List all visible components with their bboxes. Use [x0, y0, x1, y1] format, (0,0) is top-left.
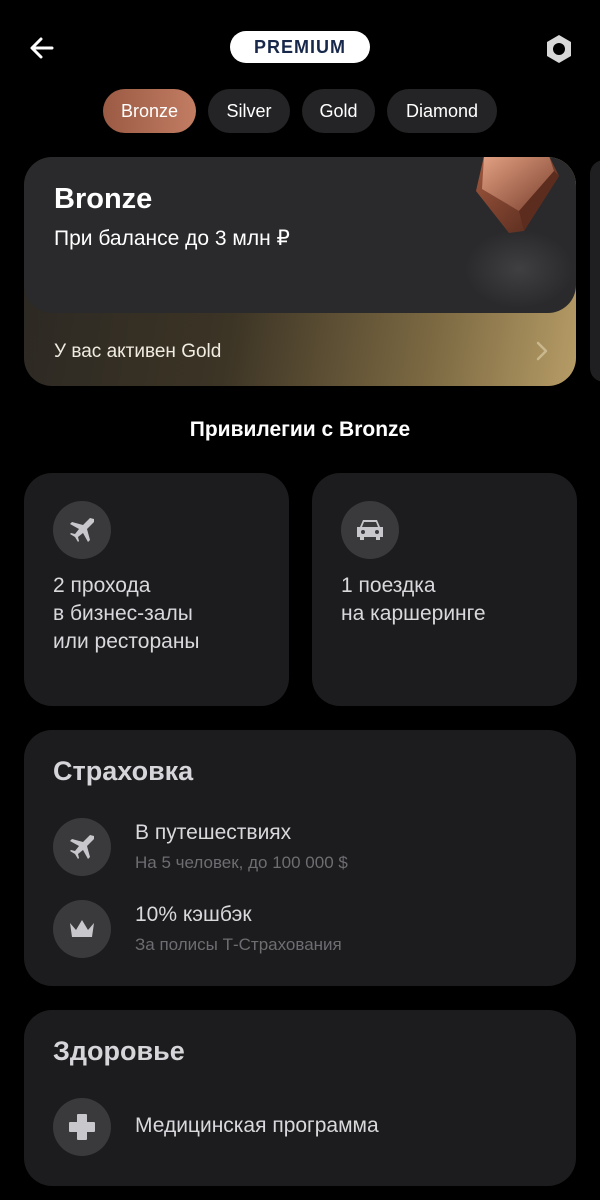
tab-gold[interactable]: Gold [302, 89, 375, 133]
insurance-cashback-subtitle: За полисы Т-Страхования [135, 935, 342, 954]
tab-bronze[interactable]: Bronze [103, 89, 196, 133]
health-title: Здоровье [53, 1036, 185, 1066]
privilege-line: в бизнес-залы [53, 602, 193, 625]
bronze-cube-icon [476, 157, 559, 233]
chevron-right-icon [536, 341, 548, 361]
medical-cross-icon [53, 1098, 111, 1156]
tab-silver[interactable]: Silver [208, 89, 290, 133]
insurance-travel-title: В путешествиях [135, 821, 292, 844]
privilege-line: на каршеринге [341, 602, 486, 625]
privilege-line: 2 прохода [53, 574, 151, 597]
privilege-text: 2 прохода в бизнес-залы или рестораны [53, 572, 200, 656]
car-icon [341, 501, 399, 559]
privilege-carsharing[interactable]: 1 поездка на каршеринге [312, 473, 577, 706]
settings-button[interactable] [540, 30, 578, 68]
insurance-cashback-title: 10% кэшбэк [135, 903, 252, 926]
privilege-text: 1 поездка на каршеринге [341, 572, 486, 628]
health-medical-program[interactable]: Медицинская программа [135, 1114, 379, 1138]
tier-card-header: Bronze При балансе до 3 млн ₽ [24, 157, 576, 313]
tier-card[interactable]: Bronze При балансе до 3 млн ₽ У вас акти… [24, 157, 576, 386]
premium-badge: PREMIUM [230, 31, 370, 63]
health-section[interactable]: Здоровье Медицинская программа [24, 1010, 576, 1186]
back-button[interactable] [24, 30, 60, 66]
privilege-business-lounge[interactable]: 2 прохода в бизнес-залы или рестораны [24, 473, 289, 706]
insurance-section[interactable]: Страховка В путешествиях На 5 человек, д… [24, 730, 576, 986]
privilege-line: 1 поездка [341, 574, 436, 597]
crown-icon [53, 900, 111, 958]
insurance-title: Страховка [53, 756, 194, 786]
privilege-line: или рестораны [53, 630, 200, 653]
airplane-icon [53, 818, 111, 876]
privileges-heading: Привилегии с Bronze [189, 418, 411, 441]
insurance-travel-subtitle: На 5 человек, до 100 000 $ [135, 853, 348, 872]
next-tier-card-peek[interactable] [590, 160, 600, 382]
tier-description: При балансе до 3 млн ₽ [54, 227, 290, 250]
airplane-icon [53, 501, 111, 559]
tier-title: Bronze [54, 183, 153, 215]
tab-diamond[interactable]: Diamond [387, 89, 497, 133]
active-tier-status: У вас активен Gold [54, 341, 222, 362]
arrow-left-icon [30, 37, 54, 59]
hexagon-settings-icon [547, 35, 571, 63]
